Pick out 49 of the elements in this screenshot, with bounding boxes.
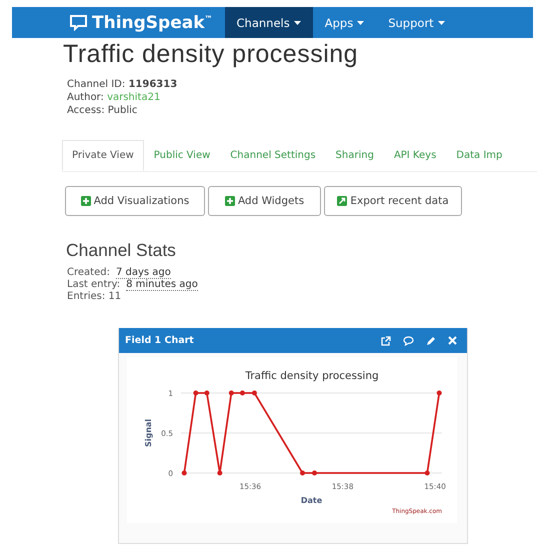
action-button[interactable]: Add Widgets [208,186,321,216]
caret-icon [357,20,364,24]
caret-icon [294,20,301,24]
external-link-icon[interactable] [381,336,391,346]
logo-icon [69,14,88,31]
x-axis-label: Date [300,496,322,505]
export-icon [337,196,348,206]
action-button[interactable]: Export recent data [324,186,462,216]
action-button[interactable]: Add Visualizations [65,186,205,216]
data-point [204,390,210,396]
channel-info-line: Author: varshita21 [67,92,162,103]
y-axis-label: Signal [144,418,153,448]
data-point [193,390,198,396]
close-icon[interactable] [448,336,457,345]
data-point [300,470,305,476]
tab[interactable]: Sharing [326,140,384,171]
stat-value: 8 minutes ago [126,279,198,291]
panel-title: Field 1 Chart [125,335,195,346]
stat-value: 7 days ago [116,267,171,279]
caret-icon [438,20,445,24]
data-point [217,470,222,476]
data-point [312,470,317,476]
data-point [424,470,430,476]
page-title: Traffic density processing [63,40,360,69]
channel-info-line: Channel ID: 1196313 [67,79,178,90]
stat-label: Created: [67,267,110,278]
chart-title: Traffic density processing [245,370,379,382]
nav-menu-item[interactable]: Channels [224,7,313,38]
logo-text[interactable]: ThingSpeak$^{™}$ [92,12,213,32]
tab[interactable]: Public View [144,140,220,171]
section-title: Channel Stats [66,240,177,261]
speech-bubble-icon[interactable] [403,336,414,346]
pencil-icon[interactable] [426,336,436,346]
tab[interactable]: Data Imp [446,140,512,171]
stat-label: Last entry: [67,279,120,290]
channel-info-line: Access: Public [67,105,138,116]
data-point [182,470,187,476]
tab[interactable]: Channel Settings [220,140,326,171]
data-point [252,390,257,396]
stat-line: Entries: 11 [67,291,122,302]
data-point [436,390,442,396]
tab[interactable]: Private View [62,140,144,171]
plus-icon [224,196,235,206]
data-point [240,390,245,396]
plus-icon [80,196,91,206]
nav-menu-item[interactable]: Support [376,7,457,38]
data-point [228,390,234,396]
tab[interactable]: API Keys [384,140,446,171]
nav-menu-item[interactable]: Apps [312,7,376,38]
